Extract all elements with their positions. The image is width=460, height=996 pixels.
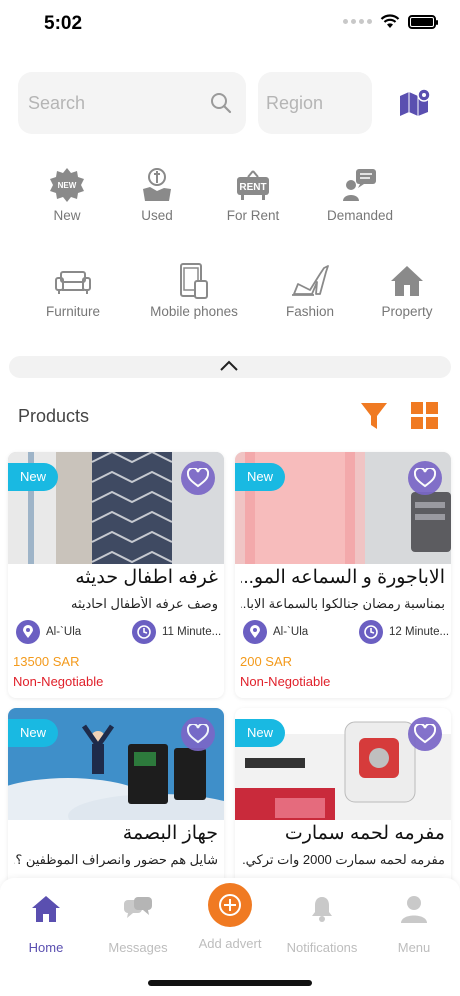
nav-label: Menu: [397, 940, 431, 955]
rent-sign-icon: RENT: [237, 170, 269, 200]
region-input[interactable]: Region: [258, 72, 372, 134]
category-label: Mobile phones: [150, 304, 238, 319]
new-badge: New: [8, 719, 58, 747]
category-label: Used: [141, 208, 173, 223]
house-icon: [391, 266, 423, 296]
svg-text:NEW: NEW: [58, 181, 77, 190]
product-negotiable: Non-Negotiable: [13, 674, 104, 689]
map-icon[interactable]: [398, 86, 432, 120]
category-mobile-phones[interactable]: Mobile phones: [139, 260, 249, 319]
product-card[interactable]: New الاباجورة و السماعه المو... بمناسبة …: [235, 452, 451, 698]
clock-icon: [132, 620, 156, 644]
product-meta: Al-`Ula 11 Minute...: [16, 620, 221, 644]
product-description: مفرمه لحمه سمارت 2000 وات تركي...: [241, 852, 445, 867]
product-description: شايل هم حضور وانصراف الموظفين ؟...: [14, 852, 218, 867]
nav-messages[interactable]: Messages: [92, 892, 184, 955]
category-for-rent[interactable]: RENT For Rent: [198, 164, 308, 223]
mobile-phone-icon: [180, 263, 208, 299]
new-badge-icon: NEW: [50, 168, 84, 202]
product-meta: Al-`Ula 12 Minute...: [243, 620, 449, 644]
favorite-button[interactable]: [408, 717, 442, 751]
svg-text:RENT: RENT: [239, 182, 266, 193]
high-heel-icon: [292, 265, 329, 296]
product-title: الاباجورة و السماعه المو...: [241, 567, 445, 588]
filter-icon[interactable]: [360, 401, 388, 431]
product-time: 12 Minute...: [389, 626, 450, 638]
location-icon: [243, 620, 267, 644]
nav-notifications[interactable]: Notifications: [276, 892, 368, 955]
status-time: 5:02: [44, 13, 83, 34]
status-icons: [343, 14, 438, 29]
signal-icon: [343, 19, 372, 24]
nav-label: Home: [28, 940, 64, 955]
wifi-icon: [380, 14, 400, 28]
battery-icon: [408, 14, 438, 29]
favorite-button[interactable]: [181, 461, 215, 495]
category-label: Property: [381, 304, 433, 319]
home-icon: [32, 896, 60, 922]
category-property[interactable]: Property: [352, 260, 460, 319]
category-furniture[interactable]: Furniture: [18, 260, 128, 319]
search-placeholder: Search: [28, 93, 86, 113]
new-badge: New: [235, 719, 285, 747]
product-price: 13500 SAR: [13, 654, 80, 669]
nav-add-advert[interactable]: Add advert: [184, 883, 276, 951]
sofa-icon: [55, 271, 91, 294]
product-location: Al-`Ula: [273, 626, 309, 638]
category-demanded[interactable]: Demanded: [305, 164, 415, 223]
product-title: جهاز البصمة: [122, 823, 218, 844]
products-title: Products: [18, 406, 90, 426]
product-title: مفرمه لحمه سمارت: [284, 823, 445, 844]
clock-icon: [359, 620, 383, 644]
product-description: بمناسبة رمضان جنالكوا بالسماعة الابا...: [241, 596, 445, 611]
favorite-button[interactable]: [181, 717, 215, 751]
product-location: Al-`Ula: [46, 626, 82, 638]
category-used[interactable]: Used: [102, 164, 212, 223]
favorite-button[interactable]: [408, 461, 442, 495]
add-icon: [208, 883, 252, 927]
category-row-2: Furniture Mobile phones Fashion Property: [0, 260, 460, 340]
new-badge: New: [235, 463, 285, 491]
heart-icon: [414, 468, 436, 488]
category-label: For Rent: [226, 208, 280, 223]
nav-label: Notifications: [286, 940, 358, 955]
category-label: Demanded: [326, 208, 394, 223]
bell-icon: [312, 897, 332, 922]
nav-home[interactable]: Home: [0, 892, 92, 955]
grid-view-icon[interactable]: [410, 401, 440, 431]
collapse-categories-button[interactable]: [9, 356, 451, 378]
heart-icon: [414, 724, 436, 744]
product-price: 200 SAR: [240, 654, 293, 669]
product-title: غرفه اطفال حديثه: [75, 567, 218, 588]
product-time: 11 Minute...: [162, 626, 222, 638]
product-description: وصف عرفه الأطفال احاديثه: [71, 596, 218, 611]
nav-label: Messages: [108, 940, 168, 955]
category-label: Fashion: [285, 304, 335, 319]
chat-bubbles-icon: [124, 897, 152, 918]
location-icon: [16, 620, 40, 644]
region-placeholder: Region: [266, 93, 324, 113]
search-icon: [211, 93, 232, 114]
search-input[interactable]: Search: [18, 72, 246, 134]
nav-menu[interactable]: Menu: [368, 892, 460, 955]
category-row-1: NEW New Used RENT For Rent Demanded: [0, 164, 460, 244]
heart-icon: [187, 724, 209, 744]
home-indicator: [148, 980, 312, 986]
nav-label: Add advert: [198, 936, 262, 951]
product-card[interactable]: New غرفه اطفال حديثه وصف عرفه الأطفال اح…: [8, 452, 224, 698]
user-icon: [401, 896, 427, 923]
bottom-nav: Home Messages Add advert Notifications M…: [0, 878, 460, 996]
used-hand-icon: [143, 168, 171, 201]
category-fashion[interactable]: Fashion: [255, 260, 365, 319]
demanded-person-icon: [343, 169, 376, 201]
heart-icon: [187, 468, 209, 488]
category-label: Furniture: [45, 304, 101, 319]
new-badge: New: [8, 463, 58, 491]
status-bar: 5:02: [0, 0, 460, 52]
product-negotiable: Non-Negotiable: [240, 674, 331, 689]
chevron-up-icon: [220, 360, 238, 371]
